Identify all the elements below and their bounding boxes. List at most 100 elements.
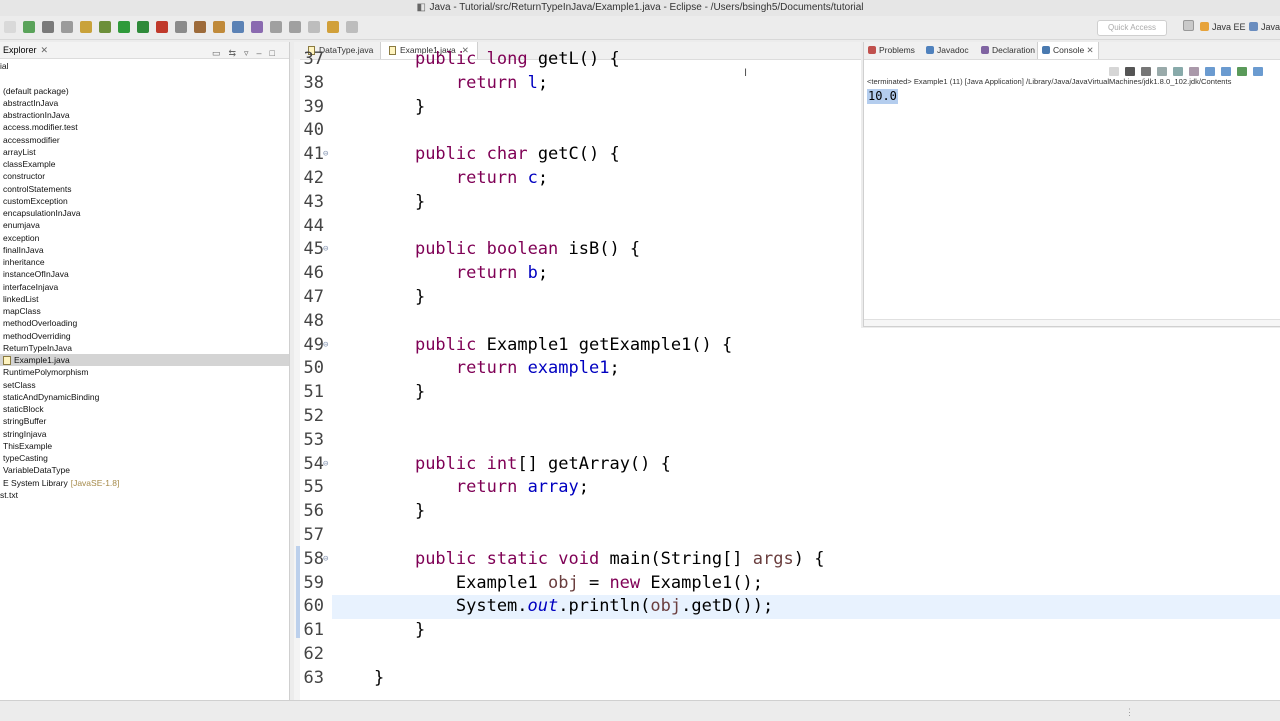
tree-item[interactable]: inheritance bbox=[0, 256, 289, 268]
explorer-tab[interactable]: Explorer ✕ bbox=[0, 42, 52, 58]
tree-item[interactable]: RuntimePolymorphism bbox=[0, 366, 289, 378]
tree-item[interactable]: st.txt bbox=[0, 489, 289, 501]
perspective-java[interactable]: Java bbox=[1249, 20, 1280, 34]
tree-item[interactable]: ThisExample bbox=[0, 440, 289, 452]
print-icon[interactable] bbox=[61, 21, 73, 33]
console-toolbar[interactable] bbox=[1109, 63, 1269, 77]
tree-item[interactable]: staticAndDynamicBinding bbox=[0, 391, 289, 403]
word-wrap-icon[interactable] bbox=[1189, 67, 1199, 77]
tree-item[interactable]: stringInjava bbox=[0, 428, 289, 440]
fold-icon[interactable]: ⊖ bbox=[323, 143, 328, 167]
tree-item[interactable]: linkedList bbox=[0, 293, 289, 305]
tree-item[interactable] bbox=[0, 72, 289, 84]
coverage-icon[interactable] bbox=[137, 21, 149, 33]
tree-item[interactable]: interfaceInjava bbox=[0, 281, 289, 293]
tab-problems[interactable]: Problems bbox=[864, 42, 919, 59]
new-icon[interactable] bbox=[4, 21, 16, 33]
copy-icon[interactable] bbox=[1157, 67, 1167, 77]
tree-item[interactable]: methodOverloading bbox=[0, 317, 289, 329]
tree-item[interactable]: mapClass bbox=[0, 305, 289, 317]
refresh-icon[interactable] bbox=[80, 21, 92, 33]
code-line[interactable]: 53 bbox=[300, 429, 1280, 453]
open-type-icon[interactable] bbox=[232, 21, 244, 33]
code-line[interactable]: 63} bbox=[300, 667, 1280, 691]
code-line[interactable]: 61 } bbox=[300, 619, 1280, 643]
view-menu-icon[interactable] bbox=[1253, 67, 1263, 77]
code-line[interactable]: 54 ⊖ public int[] getArray() { bbox=[300, 453, 1280, 477]
code-line[interactable]: 55 return array; bbox=[300, 476, 1280, 500]
close-icon[interactable]: ✕ bbox=[41, 45, 49, 55]
tree-item[interactable]: abstractionInJava bbox=[0, 109, 289, 121]
quick-access-field[interactable]: Quick Access bbox=[1097, 20, 1167, 36]
tree-item[interactable]: enumjava bbox=[0, 219, 289, 231]
code-line[interactable]: 57 bbox=[300, 524, 1280, 548]
fold-icon[interactable]: ⊖ bbox=[323, 548, 328, 572]
code-line[interactable]: 62 bbox=[300, 643, 1280, 667]
tree-item[interactable]: customException bbox=[0, 195, 289, 207]
open-console-icon[interactable] bbox=[1237, 67, 1247, 77]
debug-icon[interactable] bbox=[99, 21, 111, 33]
tree-item[interactable]: typeCasting bbox=[0, 452, 289, 464]
code-line[interactable]: 56 } bbox=[300, 500, 1280, 524]
console-scrollbar[interactable] bbox=[864, 319, 1280, 326]
remove-launch-icon[interactable] bbox=[1125, 67, 1135, 77]
new-class-icon[interactable] bbox=[213, 21, 225, 33]
tree-item[interactable]: classExample bbox=[0, 158, 289, 170]
tree-item[interactable]: (default package) bbox=[0, 85, 289, 97]
last-edit-icon[interactable] bbox=[308, 21, 320, 33]
fold-icon[interactable]: ⊖ bbox=[323, 238, 328, 262]
tree-item[interactable]: accessmodifier bbox=[0, 134, 289, 146]
tab-declaration[interactable]: Declaration bbox=[977, 42, 1039, 59]
console-output[interactable]: 10.0 bbox=[867, 89, 898, 104]
tree-item[interactable]: abstractInJava bbox=[0, 97, 289, 109]
code-line[interactable]: 51 } bbox=[300, 381, 1280, 405]
run-icon[interactable] bbox=[118, 21, 130, 33]
next-annotation-icon[interactable] bbox=[270, 21, 282, 33]
tree-item[interactable]: Example1.java bbox=[0, 354, 289, 367]
fold-icon[interactable]: ⊖ bbox=[323, 453, 328, 477]
tab-console[interactable]: Console ✕ bbox=[1037, 42, 1099, 59]
tree-item[interactable]: arrayList bbox=[0, 146, 289, 158]
scroll-lock-icon[interactable] bbox=[1173, 67, 1183, 77]
terminate-icon[interactable] bbox=[1109, 67, 1119, 77]
tree-item[interactable]: methodOverriding bbox=[0, 330, 289, 342]
new-package-icon[interactable] bbox=[194, 21, 206, 33]
prev-annotation-icon[interactable] bbox=[289, 21, 301, 33]
tree-item[interactable]: ial bbox=[0, 60, 289, 72]
display-console-icon[interactable] bbox=[1221, 67, 1231, 77]
tree-item[interactable]: ReturnTypeInJava bbox=[0, 342, 289, 354]
tree-item[interactable]: access.modifier.test bbox=[0, 121, 289, 133]
tree-item[interactable]: controlStatements bbox=[0, 183, 289, 195]
code-line[interactable]: 52 bbox=[300, 405, 1280, 429]
save-icon[interactable] bbox=[23, 21, 35, 33]
code-line[interactable]: 60 System.out.println(obj.getD()); bbox=[304, 595, 1280, 620]
tree-item[interactable]: instanceOfInJava bbox=[0, 268, 289, 280]
tree-item[interactable]: exception bbox=[0, 232, 289, 244]
tree-item[interactable]: constructor bbox=[0, 170, 289, 182]
forward-icon[interactable] bbox=[346, 21, 358, 33]
close-icon[interactable]: ✕ bbox=[1084, 45, 1094, 55]
code-line[interactable]: 59 Example1 obj = new Example1(); bbox=[300, 572, 1280, 596]
tree-item[interactable]: finalInJava bbox=[0, 244, 289, 256]
tree-item[interactable]: VariableDataType bbox=[0, 464, 289, 476]
save-all-icon[interactable] bbox=[42, 21, 54, 33]
pin-console-icon[interactable] bbox=[1205, 67, 1215, 77]
open-perspective-icon[interactable] bbox=[1183, 20, 1197, 34]
code-line[interactable]: 58 ⊖ public static void main(String[] arg… bbox=[300, 548, 1280, 572]
tree-item[interactable]: stringBuffer bbox=[0, 415, 289, 427]
tree-item[interactable]: setClass bbox=[0, 379, 289, 391]
status-grip[interactable]: ⋮ bbox=[1125, 707, 1134, 718]
tree-item[interactable]: encapsulationInJava bbox=[0, 207, 289, 219]
tab-javadoc[interactable]: Javadoc bbox=[922, 42, 973, 59]
code-line[interactable]: 49 ⊖ public Example1 getExample1() { bbox=[300, 334, 1280, 358]
tree-item[interactable]: E System Library [JavaSE-1.8] bbox=[0, 477, 289, 489]
perspective-java-ee[interactable]: Java EE bbox=[1200, 20, 1246, 34]
tree-item[interactable]: staticBlock bbox=[0, 403, 289, 415]
code-line[interactable]: 50 return example1; bbox=[300, 357, 1280, 381]
new-java-project-icon[interactable] bbox=[175, 21, 187, 33]
remove-all-icon[interactable] bbox=[1141, 67, 1151, 77]
external-tools-icon[interactable] bbox=[156, 21, 168, 33]
search-icon[interactable] bbox=[251, 21, 263, 33]
fold-icon[interactable]: ⊖ bbox=[323, 334, 328, 358]
back-icon[interactable] bbox=[327, 21, 339, 33]
